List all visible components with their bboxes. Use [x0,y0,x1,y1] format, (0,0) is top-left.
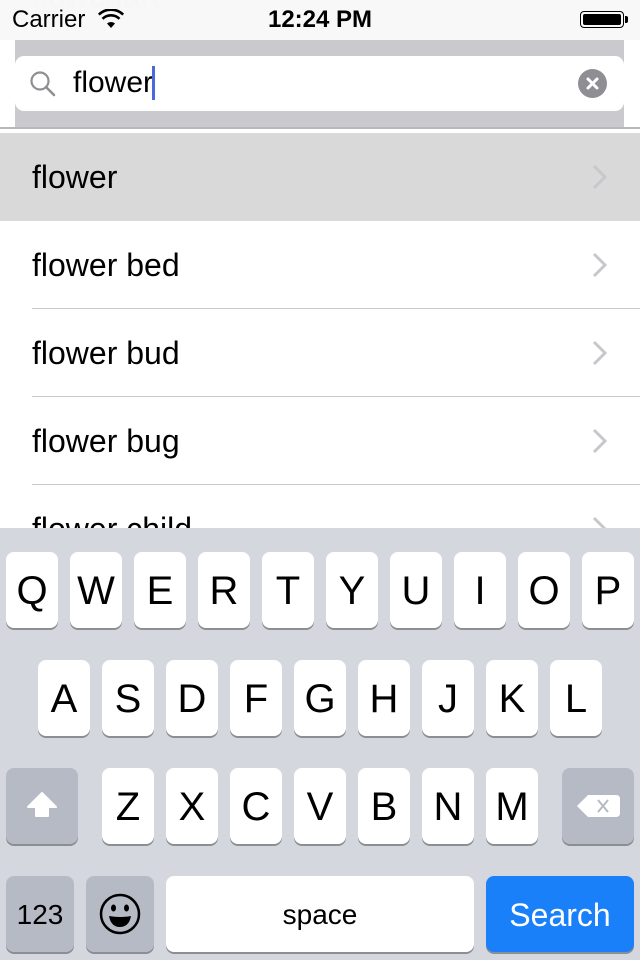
key-x[interactable]: X [166,768,218,844]
key-j[interactable]: J [422,660,474,736]
key-p[interactable]: P [582,552,634,628]
list-item[interactable]: flower bug [0,397,640,485]
delete-icon [577,795,620,817]
list-item[interactable]: flower bud [0,309,640,397]
key-n[interactable]: N [422,768,474,844]
key-h[interactable]: H [358,660,410,736]
list-item-label: flower [32,159,118,195]
search-icon [30,71,56,97]
delete-key[interactable] [562,768,634,844]
key-k[interactable]: K [486,660,538,736]
key-d[interactable]: D [166,660,218,736]
chevron-right-icon [592,252,608,278]
key-t[interactable]: T [262,552,314,628]
key-q[interactable]: Q [6,552,58,628]
key-y[interactable]: Y [326,552,378,628]
list-item[interactable]: flower [0,133,640,221]
key-r[interactable]: R [198,552,250,628]
search-key[interactable]: Search [486,876,634,952]
clear-icon [586,77,599,90]
text-caret [152,66,156,100]
key-b[interactable]: B [358,768,410,844]
key-a[interactable]: A [38,660,90,736]
key-e[interactable]: E [134,552,186,628]
emoji-icon [99,893,141,935]
search-value: flower [73,66,154,99]
search-bar: flower [15,40,624,127]
key-i[interactable]: I [454,552,506,628]
key-g[interactable]: G [294,660,346,736]
key-c[interactable]: C [230,768,282,844]
shift-key[interactable] [6,768,78,844]
shift-icon [27,792,57,817]
key-w[interactable]: W [70,552,122,628]
space-key[interactable]: space [166,876,474,952]
key-m[interactable]: M [486,768,538,844]
emoji-key[interactable] [86,876,154,952]
key-f[interactable]: F [230,660,282,736]
numbers-key[interactable]: 123 [6,876,74,952]
key-v[interactable]: V [294,768,346,844]
clock: 12:24 PM [267,6,373,33]
battery-tip [625,16,628,23]
results-list: flower flower bed flower bud flower bug … [0,133,640,573]
list-item-label: flower bud [32,335,180,371]
chevron-right-icon [592,428,608,454]
key-u[interactable]: U [390,552,442,628]
chevron-right-icon [592,340,608,366]
chevron-right-icon [592,164,608,190]
key-z[interactable]: Z [102,768,154,844]
search-text[interactable]: flower [73,66,156,100]
status-bar: Carrier 12:24 PM [0,0,640,40]
key-l[interactable]: L [550,660,602,736]
key-s[interactable]: S [102,660,154,736]
list-item[interactable]: flower bed [0,221,640,309]
search-input[interactable]: flower [15,56,624,111]
keyboard: Q W E R T Y U I O P A S D F G H J K L Z … [0,528,640,960]
list-item-label: flower bed [32,247,180,283]
search-bar-divider [0,127,640,129]
clear-button[interactable] [578,69,607,98]
key-o[interactable]: O [518,552,570,628]
list-item-label: flower bug [32,423,180,459]
battery-icon [580,11,624,28]
